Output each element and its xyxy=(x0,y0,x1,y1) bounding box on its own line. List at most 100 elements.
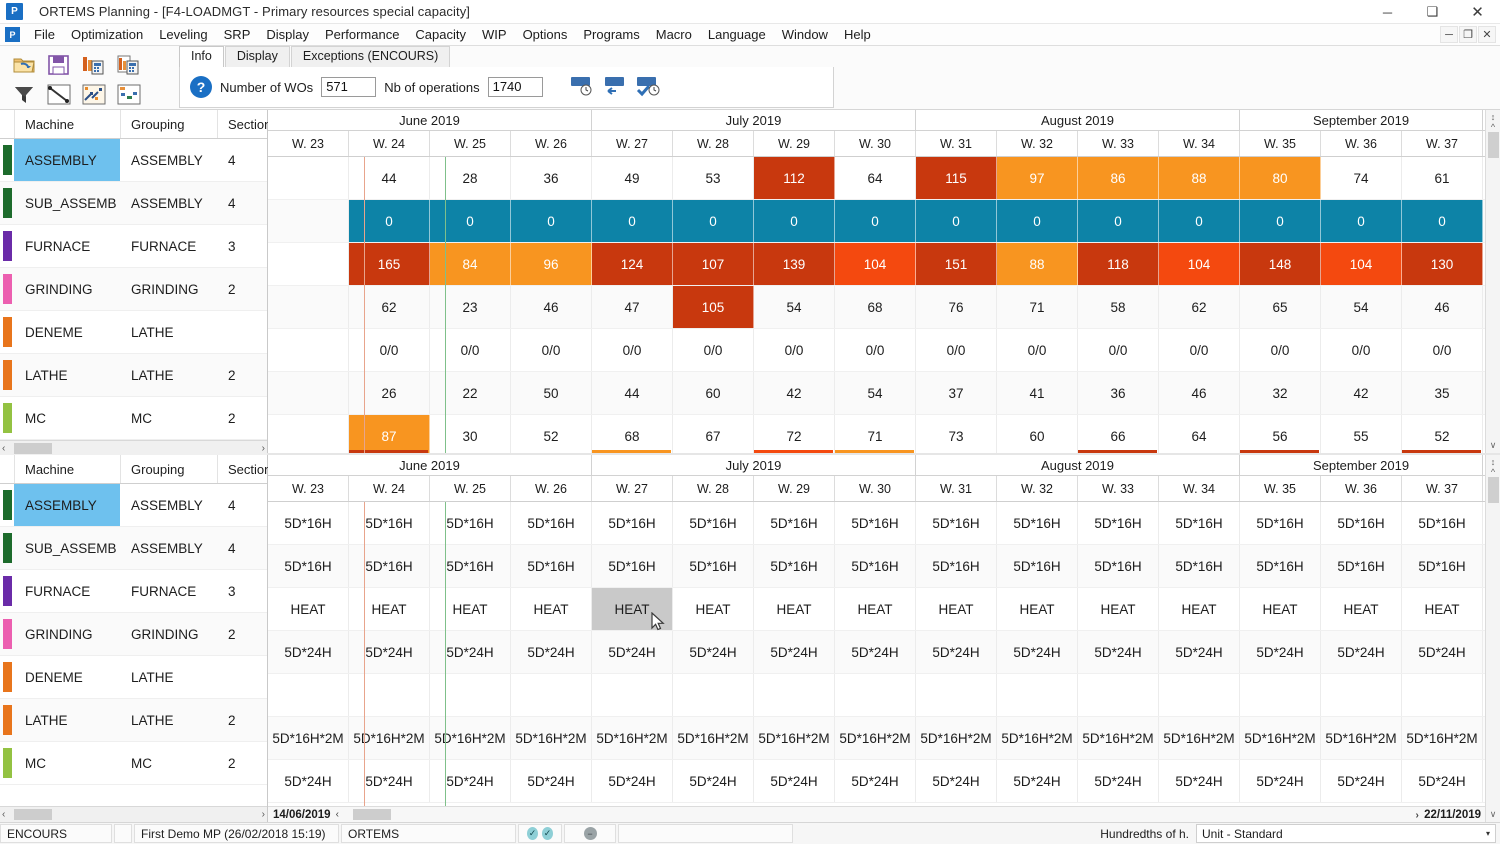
calendar-cell[interactable]: 5D*16H*2M xyxy=(592,717,673,759)
calendar-cell[interactable]: 5D*24H xyxy=(673,631,754,673)
load-cell[interactable]: 0/0 xyxy=(997,329,1078,371)
calendar-week-header-cell[interactable]: W. 30 xyxy=(835,476,916,501)
timeline-scroll-thumb[interactable] xyxy=(353,809,391,820)
calendar-hscrollbar[interactable]: 14/06/2019 ‹ › 22/11/2019 xyxy=(268,806,1485,822)
timeline-scroll-right-arrow[interactable]: › xyxy=(1414,810,1421,821)
load-cell[interactable]: 139 xyxy=(754,243,835,285)
calendar-cell[interactable]: 5D*24H xyxy=(349,760,430,802)
table-row[interactable]: ASSEMBLY ASSEMBLY 4 xyxy=(0,139,267,182)
calendar-cell[interactable]: 5D*16H*2M xyxy=(835,717,916,759)
calendar-cell[interactable]: 5D*24H xyxy=(1240,760,1321,802)
load-cell[interactable]: 52 xyxy=(511,415,592,453)
calendar-machine-cell[interactable]: ASSEMBLY xyxy=(14,484,120,526)
calendar-week-header-cell[interactable]: W. 35 xyxy=(1240,476,1321,501)
calendar-cell[interactable]: 5D*16H xyxy=(349,545,430,587)
calendar-cell[interactable]: 5D*16H xyxy=(268,502,349,544)
load-cell[interactable]: 56 xyxy=(1240,415,1321,453)
scroll-up-arrow-2[interactable]: ^ xyxy=(1491,467,1495,477)
calendar-week-header-cell[interactable]: W. 24 xyxy=(349,476,430,501)
menu-item-help[interactable]: Help xyxy=(836,25,879,45)
load-cell[interactable]: 0/0 xyxy=(1402,329,1483,371)
calendar-cell[interactable]: 5D*24H xyxy=(511,631,592,673)
calendar-cell[interactable]: 5D*16H xyxy=(511,545,592,587)
menu-item-performance[interactable]: Performance xyxy=(317,25,407,45)
load-cell[interactable]: 86 xyxy=(1078,157,1159,199)
load-cell[interactable]: 65 xyxy=(1240,286,1321,328)
table-row[interactable]: FURNACE FURNACE 3 xyxy=(0,570,267,613)
load-machine-cell[interactable]: DENEME xyxy=(14,311,120,353)
schedule-back-icon[interactable] xyxy=(602,75,628,100)
calendar-cell[interactable]: 5D*16H xyxy=(1078,502,1159,544)
load-cell[interactable]: 0/0 xyxy=(916,329,997,371)
schedule-validate-icon[interactable] xyxy=(635,75,663,100)
load-cell[interactable]: 46 xyxy=(1402,286,1483,328)
load-week-header-cell[interactable]: W. 35 xyxy=(1240,131,1321,156)
calendar-grouping-cell[interactable]: GRINDING xyxy=(120,613,217,655)
load-cell[interactable]: 54 xyxy=(835,372,916,414)
calendar-cell[interactable]: 5D*24H xyxy=(511,760,592,802)
load-cell[interactable]: 26 xyxy=(349,372,430,414)
calendar-left-hscrollbar[interactable]: ‹ › xyxy=(0,806,267,822)
scroll-thumb-2[interactable] xyxy=(14,809,52,820)
calendar-section-cell[interactable]: 4 xyxy=(217,527,267,569)
curve-chart-icon[interactable] xyxy=(43,81,74,109)
calendar-cell[interactable]: 5D*24H xyxy=(997,760,1078,802)
calendar-cell[interactable]: 5D*24H xyxy=(1321,760,1402,802)
calendar-cell[interactable]: 5D*24H xyxy=(835,760,916,802)
calendar-cell[interactable]: 5D*16H xyxy=(430,502,511,544)
calendar-section-cell[interactable]: 2 xyxy=(217,699,267,741)
load-cell[interactable]: 107 xyxy=(673,243,754,285)
load-cell[interactable] xyxy=(268,157,349,199)
table-row[interactable]: LATHE LATHE 2 xyxy=(0,354,267,397)
calendar-cell[interactable]: HEAT xyxy=(835,588,916,630)
load-cell[interactable] xyxy=(268,243,349,285)
calendar-cell[interactable]: 5D*24H xyxy=(1078,631,1159,673)
load-cell[interactable]: 41 xyxy=(997,372,1078,414)
load-cell[interactable]: 22 xyxy=(430,372,511,414)
load-cell[interactable]: 0 xyxy=(1402,200,1483,242)
calendar-cell[interactable] xyxy=(511,674,592,716)
load-section-cell[interactable]: 4 xyxy=(217,182,267,224)
load-cell[interactable]: 67 xyxy=(673,415,754,453)
calendar-grouping-cell[interactable]: ASSEMBLY xyxy=(120,527,217,569)
load-cell[interactable]: 64 xyxy=(1159,415,1240,453)
load-cell[interactable]: 54 xyxy=(754,286,835,328)
scroll-left-arrow[interactable]: ‹ xyxy=(2,443,5,454)
load-week-header-cell[interactable]: W. 25 xyxy=(430,131,511,156)
calendar-machine-cell[interactable]: DENEME xyxy=(14,656,120,698)
calendar-cell[interactable]: 5D*16H xyxy=(592,545,673,587)
calendar-cell[interactable]: 5D*16H xyxy=(997,545,1078,587)
load-cell[interactable]: 36 xyxy=(1078,372,1159,414)
calendar-cell[interactable]: 5D*24H xyxy=(430,631,511,673)
load-grouping-cell[interactable]: MC xyxy=(120,397,217,439)
calendar-cell[interactable]: HEAT xyxy=(268,588,349,630)
menu-item-display[interactable]: Display xyxy=(258,25,317,45)
load-cell[interactable]: 46 xyxy=(511,286,592,328)
menu-item-macro[interactable]: Macro xyxy=(648,25,700,45)
load-cell[interactable]: 53 xyxy=(673,157,754,199)
calendar-week-header-cell[interactable]: W. 32 xyxy=(997,476,1078,501)
calendar-cell[interactable]: 5D*16H*2M xyxy=(754,717,835,759)
load-cell[interactable]: 165 xyxy=(349,243,430,285)
table-row[interactable]: ASSEMBLY ASSEMBLY 4 xyxy=(0,484,267,527)
scroll-down-arrow[interactable]: ∨ xyxy=(1490,440,1497,451)
load-cell[interactable]: 54 xyxy=(1321,286,1402,328)
calendar-machine-cell[interactable]: FURNACE xyxy=(14,570,120,612)
calendar-cell[interactable]: 5D*24H xyxy=(673,760,754,802)
load-cell[interactable]: 0 xyxy=(997,200,1078,242)
load-cell[interactable]: 105 xyxy=(673,286,754,328)
load-cell[interactable]: 87 xyxy=(349,415,430,453)
load-section-cell[interactable]: 2 xyxy=(217,354,267,396)
load-left-hscrollbar[interactable]: ‹ › xyxy=(0,440,267,456)
load-cell[interactable]: 60 xyxy=(673,372,754,414)
calendar-cell[interactable] xyxy=(1321,674,1402,716)
mdi-minimize-icon[interactable]: ─ xyxy=(1440,26,1458,43)
calendar-cell[interactable]: 5D*16H xyxy=(511,502,592,544)
calendar-cell[interactable]: 5D*16H xyxy=(754,502,835,544)
load-cell[interactable]: 47 xyxy=(592,286,673,328)
load-cell[interactable]: 0/0 xyxy=(1159,329,1240,371)
column-header-section[interactable]: Section xyxy=(217,110,271,138)
vscroll-thumb-2[interactable] xyxy=(1487,477,1499,503)
load-cell[interactable]: 88 xyxy=(1159,157,1240,199)
load-cell[interactable]: 97 xyxy=(997,157,1078,199)
